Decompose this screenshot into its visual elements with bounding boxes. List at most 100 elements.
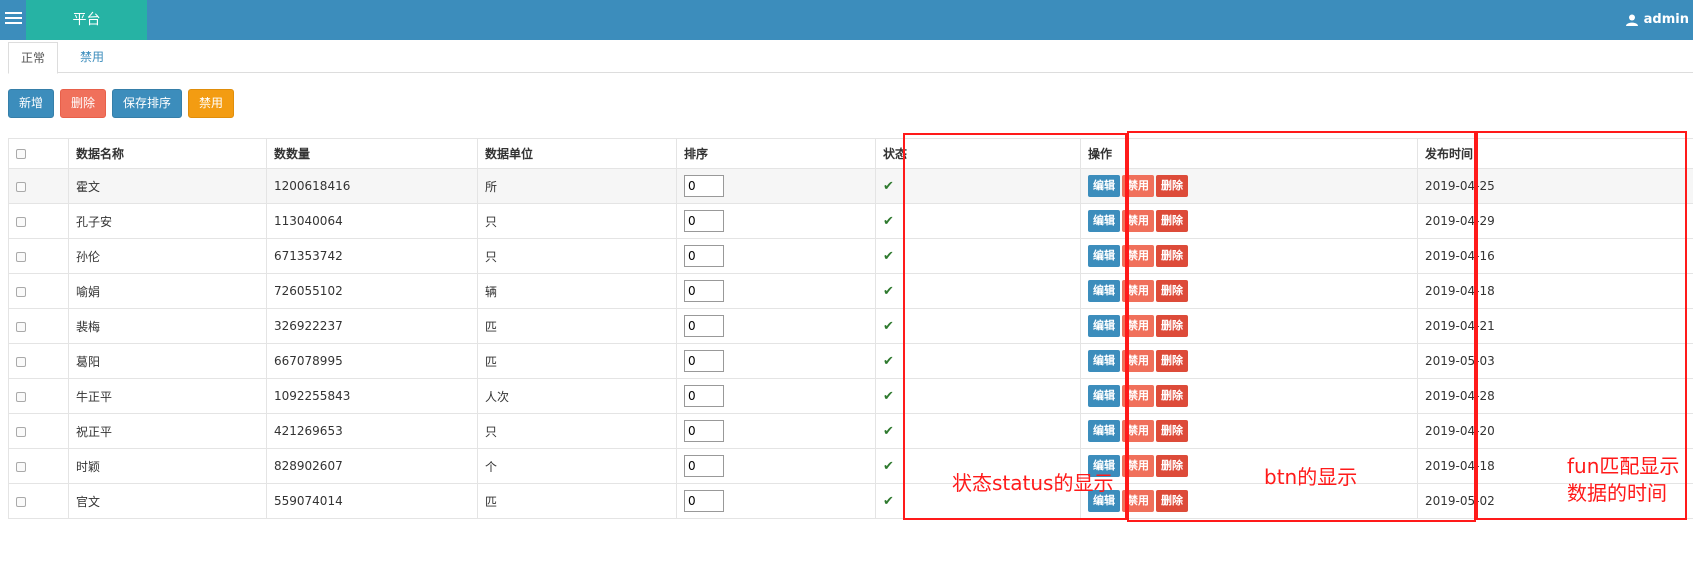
cell-count: 726055102: [266, 273, 478, 309]
delete-button[interactable]: 删除: [60, 89, 107, 118]
sort-input[interactable]: [684, 245, 724, 267]
row-delete-button[interactable]: 删除: [1156, 490, 1188, 512]
tab-normal[interactable]: 正常: [8, 42, 59, 74]
column-header-actions: 操作: [1080, 138, 1418, 169]
table-row: 牛正平1092255843人次✔编辑禁用删除2019-04-28: [8, 378, 1693, 414]
status-tabs: 正常 禁用: [8, 40, 1693, 74]
edit-button[interactable]: 编辑: [1088, 175, 1120, 197]
row-select-cell: [8, 378, 69, 414]
cell-status: ✔: [875, 378, 1081, 414]
column-header-name: 数据名称: [68, 138, 267, 169]
sort-input[interactable]: [684, 490, 724, 512]
row-delete-button[interactable]: 删除: [1156, 315, 1188, 337]
select-all-checkbox[interactable]: [16, 149, 26, 159]
cell-status: ✔: [875, 168, 1081, 204]
row-select-cell: [8, 448, 69, 484]
cell-count: 559074014: [266, 483, 478, 519]
row-checkbox[interactable]: [16, 216, 26, 227]
row-delete-button[interactable]: 删除: [1156, 385, 1188, 407]
cell-status: ✔: [875, 413, 1081, 449]
edit-button[interactable]: 编辑: [1088, 210, 1120, 232]
cell-actions: 编辑 禁用 删除: [1080, 238, 1418, 274]
row-select-cell: [8, 343, 69, 379]
check-icon: ✔: [883, 353, 894, 369]
edit-button[interactable]: 编辑: [1088, 385, 1120, 407]
save-sort-button[interactable]: 保存排序: [112, 89, 183, 118]
cell-status: ✔: [875, 343, 1081, 379]
check-icon: ✔: [883, 493, 894, 509]
row-delete-button[interactable]: 删除: [1156, 210, 1188, 232]
row-disable-button[interactable]: 禁用: [1122, 350, 1154, 372]
check-icon: ✔: [883, 213, 894, 229]
cell-sort: [676, 448, 876, 484]
add-button[interactable]: 新增: [8, 89, 55, 118]
row-delete-button[interactable]: 删除: [1156, 245, 1188, 267]
sort-input[interactable]: [684, 455, 724, 477]
sort-input[interactable]: [684, 420, 724, 442]
row-disable-button[interactable]: 禁用: [1122, 420, 1154, 442]
cell-sort: [676, 168, 876, 204]
edit-button[interactable]: 编辑: [1088, 420, 1120, 442]
row-disable-button[interactable]: 禁用: [1122, 280, 1154, 302]
row-select-cell: [8, 308, 69, 344]
table-row: 祝正平421269653只✔编辑禁用删除2019-04-20: [8, 413, 1693, 449]
row-checkbox[interactable]: [16, 321, 26, 332]
cell-status: ✔: [875, 203, 1081, 239]
row-delete-button[interactable]: 删除: [1156, 280, 1188, 302]
cell-unit: 辆: [477, 273, 677, 309]
hamburger-icon[interactable]: [5, 12, 22, 26]
select-all-cell: [8, 138, 69, 169]
cell-date: 2019-04-25: [1417, 168, 1693, 204]
cell-sort: [676, 308, 876, 344]
check-icon: ✔: [883, 318, 894, 334]
user-menu[interactable]: admin: [1625, 0, 1689, 40]
brand-logo[interactable]: 平台: [26, 0, 147, 40]
row-disable-button[interactable]: 禁用: [1122, 210, 1154, 232]
sort-input[interactable]: [684, 385, 724, 407]
row-disable-button[interactable]: 禁用: [1122, 385, 1154, 407]
row-delete-button[interactable]: 删除: [1156, 350, 1188, 372]
cell-sort: [676, 203, 876, 239]
row-checkbox[interactable]: [16, 426, 26, 437]
edit-button[interactable]: 编辑: [1088, 315, 1120, 337]
sort-input[interactable]: [684, 210, 724, 232]
row-disable-button[interactable]: 禁用: [1122, 175, 1154, 197]
row-checkbox[interactable]: [16, 391, 26, 402]
cell-name: 喻娟: [68, 273, 267, 309]
row-delete-button[interactable]: 删除: [1156, 175, 1188, 197]
edit-button[interactable]: 编辑: [1088, 245, 1120, 267]
cell-sort: [676, 483, 876, 519]
cell-unit: 个: [477, 448, 677, 484]
row-disable-button[interactable]: 禁用: [1122, 455, 1154, 477]
data-table: 数据名称 数数量 数据单位 排序 状态 操作 发布时间 霍文 1200618416…: [8, 138, 1693, 519]
edit-button[interactable]: 编辑: [1088, 280, 1120, 302]
row-checkbox[interactable]: [16, 251, 26, 262]
table-row: 孙伦671353742只✔编辑禁用删除2019-04-16: [8, 238, 1693, 274]
row-disable-button[interactable]: 禁用: [1122, 315, 1154, 337]
column-header-count: 数数量: [266, 138, 478, 169]
row-checkbox[interactable]: [16, 356, 26, 367]
sort-input[interactable]: [684, 280, 724, 302]
cell-sort: [676, 273, 876, 309]
column-header-unit: 数据单位: [477, 138, 677, 169]
row-disable-button[interactable]: 禁用: [1122, 490, 1154, 512]
row-checkbox[interactable]: [16, 286, 26, 297]
check-icon: ✔: [883, 178, 894, 194]
sort-input[interactable]: [684, 175, 724, 197]
table-header-row: 数据名称 数数量 数据单位 排序 状态 操作 发布时间: [8, 138, 1693, 169]
row-checkbox[interactable]: [16, 496, 26, 507]
disable-button[interactable]: 禁用: [188, 89, 235, 118]
row-select-cell: [8, 273, 69, 309]
row-checkbox[interactable]: [16, 461, 26, 472]
tab-disabled[interactable]: 禁用: [68, 42, 116, 74]
edit-button[interactable]: 编辑: [1088, 350, 1120, 372]
row-delete-button[interactable]: 删除: [1156, 455, 1188, 477]
cell-unit: 人次: [477, 378, 677, 414]
row-delete-button[interactable]: 删除: [1156, 420, 1188, 442]
table-row: 孔子安113040064只✔编辑禁用删除2019-04-29: [8, 203, 1693, 239]
row-disable-button[interactable]: 禁用: [1122, 245, 1154, 267]
check-icon: ✔: [883, 458, 894, 474]
sort-input[interactable]: [684, 315, 724, 337]
sort-input[interactable]: [684, 350, 724, 372]
row-checkbox[interactable]: [16, 181, 26, 192]
